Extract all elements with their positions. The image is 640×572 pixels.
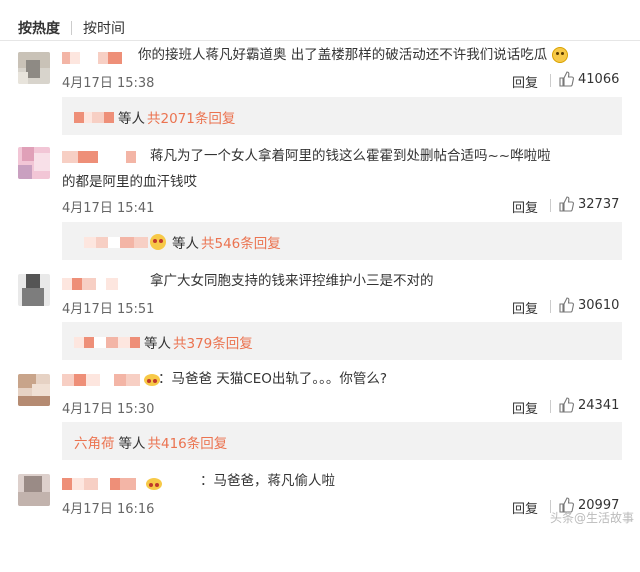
reply-button[interactable]: 回复 <box>512 398 538 417</box>
thumbs-up-icon <box>559 397 574 413</box>
thumbs-up-icon <box>559 297 574 313</box>
reply-button[interactable]: 回复 <box>512 197 538 216</box>
like-count: 32737 <box>578 196 620 212</box>
like-button[interactable]: 41066 <box>558 71 619 87</box>
sad-emoji-icon <box>551 47 568 63</box>
heart-eyes-emoji-icon <box>150 234 166 250</box>
thumbs-up-icon <box>559 71 574 87</box>
reply-button[interactable]: 回复 <box>512 72 538 91</box>
sort-by-time-tab[interactable]: 按时间 <box>83 18 125 38</box>
thumbs-up-icon <box>559 196 574 212</box>
username-mosaic[interactable] <box>62 52 122 66</box>
sub-replies-box[interactable]: 等人 共546条回复 <box>62 222 622 260</box>
comment-text: 你的接班人蒋凡好霸道奥 出了盖楼那样的破活动还不许我们说话吃瓜 <box>138 42 568 68</box>
like-button[interactable]: 24341 <box>558 397 619 413</box>
action-separator <box>550 400 551 413</box>
action-separator <box>550 74 551 87</box>
sort-by-hot-tab[interactable]: 按热度 <box>18 18 60 38</box>
comment-item: ：马爸爸 天猫CEO出轨了。。。你管么? 4月17日 15:30 回复 2434… <box>0 362 640 472</box>
avatar[interactable] <box>18 274 50 306</box>
like-count: 30610 <box>578 297 620 313</box>
action-separator <box>550 199 551 212</box>
avatar[interactable] <box>18 374 50 406</box>
username-mosaic[interactable] <box>62 478 164 492</box>
comment-time: 4月17日 15:51 <box>62 302 155 317</box>
avatar[interactable] <box>18 474 50 506</box>
sub-replies-box[interactable]: 等人 共379条回复 <box>62 322 622 360</box>
avatar[interactable] <box>18 147 50 179</box>
sub-replies-count-link[interactable]: 共416条回复 <box>148 432 228 452</box>
sub-replies-count-link[interactable]: 共546条回复 <box>201 232 281 252</box>
sub-reply-username-link[interactable]: 六角荷 <box>74 432 115 452</box>
comment-text: 拿广大女同胞支持的钱来评控维护小三是不对的 <box>150 273 434 289</box>
username-mosaic[interactable] <box>62 278 118 292</box>
username-mosaic[interactable] <box>62 374 162 388</box>
sub-replies-label: 等人 <box>172 236 199 252</box>
reply-button[interactable]: 回复 <box>512 498 538 517</box>
sub-replies-count-link[interactable]: 共379条回复 <box>173 332 253 352</box>
comment-item: 你的接班人蒋凡好霸道奥 出了盖楼那样的破活动还不许我们说话吃瓜 4月17日 15… <box>0 40 640 150</box>
like-button[interactable]: 30610 <box>558 297 619 313</box>
comment-item: 蒋凡为了一个女人拿着阿里的钱这么霍霍到处删帖合适吗~~哗啦啦的都是阿里的血汗钱哎… <box>0 135 640 260</box>
action-separator <box>550 300 551 313</box>
comment-time: 4月17日 15:30 <box>62 402 155 417</box>
comment-text: 蒋凡为了一个女人拿着阿里的钱这么霍霍到处删帖合适吗~~哗啦啦的都是阿里的血汗钱哎 <box>62 148 551 190</box>
comment-time: 4月17日 16:16 <box>62 502 155 517</box>
sub-replies-label: 等人 <box>118 111 145 127</box>
comment-time: 4月17日 15:38 <box>62 76 155 91</box>
avatar[interactable] <box>18 52 50 84</box>
sub-replies-count-link[interactable]: 共2071条回复 <box>147 107 235 127</box>
like-button[interactable]: 32737 <box>558 196 619 212</box>
comment-text: ：马爸爸 天猫CEO出轨了。。。你管么? <box>158 371 388 387</box>
like-count: 41066 <box>578 71 620 87</box>
watermark: 头条@生活故事 <box>549 511 634 525</box>
comment-item: 拿广大女同胞支持的钱来评控维护小三是不对的 4月17日 15:51 回复 306… <box>0 262 640 372</box>
comment-text: ：马爸爸，蒋凡偷人啦 <box>200 473 335 489</box>
like-count: 24341 <box>578 397 620 413</box>
comment-time: 4月17日 15:41 <box>62 201 155 216</box>
sub-replies-box[interactable]: 六角荷 等人 共416条回复 <box>62 422 622 460</box>
reply-button[interactable]: 回复 <box>512 298 538 317</box>
sub-replies-label: 等人 <box>118 436 146 452</box>
sub-replies-label: 等人 <box>144 336 171 352</box>
heart-eyes-emoji-icon <box>146 478 162 490</box>
sub-replies-box[interactable]: 等人 共2071条回复 <box>62 97 622 135</box>
sort-separator <box>71 21 72 35</box>
sort-bar: 按热度 按时间 <box>18 18 125 38</box>
comment-item: ：马爸爸，蒋凡偷人啦 4月17日 16:16 回复 20997 <box>0 462 640 572</box>
